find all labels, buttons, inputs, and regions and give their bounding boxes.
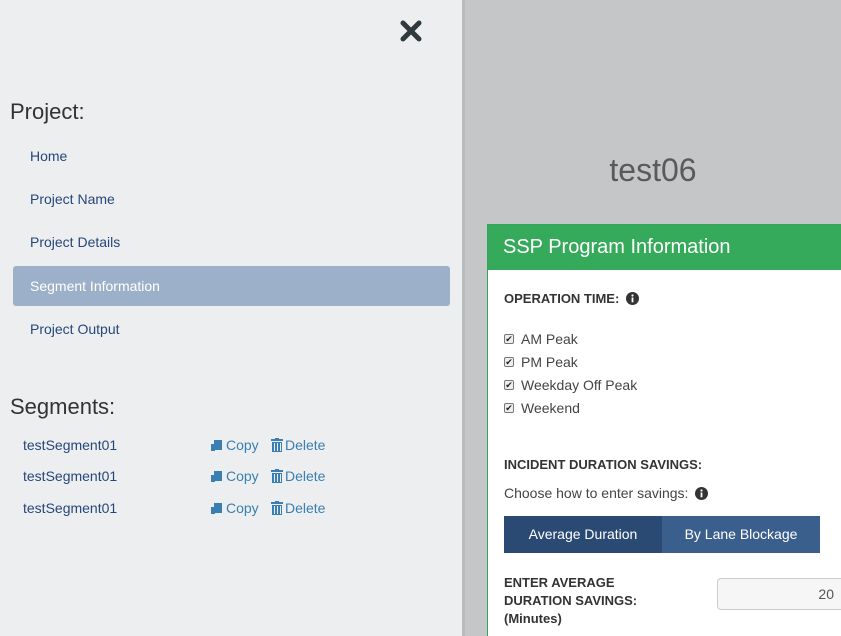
checkbox-label: Weekday Off Peak xyxy=(521,377,638,393)
checkbox-icon: ✔ xyxy=(504,379,514,390)
operation-time-text: OPERATION TIME: xyxy=(504,291,620,306)
copy-label: Copy xyxy=(226,500,259,516)
close-icon xyxy=(400,20,422,42)
enter-average-duration-label: ENTER AVERAGE DURATION SAVINGS: (Minutes… xyxy=(504,575,638,626)
delete-label: Delete xyxy=(285,468,326,484)
copy-button[interactable]: Copy xyxy=(210,437,259,453)
sidebar: Project: Home Project Name Project Detai… xyxy=(0,0,465,636)
segment-name[interactable]: testSegment01 xyxy=(23,468,117,484)
checkbox-label: Weekend xyxy=(521,400,580,416)
checkbox-label: AM Peak xyxy=(521,331,578,347)
nav-item-segment-information[interactable]: Segment Information xyxy=(13,266,450,306)
copy-button[interactable]: Copy xyxy=(210,468,259,484)
checkbox-pm-peak[interactable]: ✔ PM Peak xyxy=(504,352,578,372)
checkbox-icon: ✔ xyxy=(504,402,514,413)
copy-icon xyxy=(211,471,222,482)
nav-item-project-details[interactable]: Project Details xyxy=(13,222,450,262)
project-title: test06 xyxy=(609,152,697,188)
panel-title: SSP Program Information xyxy=(488,225,841,270)
nav-item-project-output[interactable]: Project Output xyxy=(13,309,450,349)
checkbox-icon: ✔ xyxy=(504,356,514,367)
info-icon[interactable] xyxy=(695,487,709,500)
choose-savings-text: Choose how to enter savings: xyxy=(504,485,709,501)
nav-item-project-name[interactable]: Project Name xyxy=(13,179,450,219)
trash-icon xyxy=(271,438,283,452)
checkbox-weekend[interactable]: ✔ Weekend xyxy=(504,398,580,418)
checkbox-am-peak[interactable]: ✔ AM Peak xyxy=(504,329,578,349)
checkbox-label: PM Peak xyxy=(521,354,578,370)
copy-icon xyxy=(211,440,222,451)
delete-button[interactable]: Delete xyxy=(271,437,325,453)
trash-icon xyxy=(271,469,283,483)
delete-label: Delete xyxy=(285,437,326,453)
checkbox-icon: ✔ xyxy=(504,333,514,344)
delete-button[interactable]: Delete xyxy=(271,500,325,516)
segment-row: testSegment01 Copy Delete xyxy=(23,500,423,522)
copy-icon xyxy=(211,503,222,514)
copy-label: Copy xyxy=(226,437,259,453)
close-button[interactable] xyxy=(396,16,426,46)
checkbox-weekday-off-peak[interactable]: ✔ Weekday Off Peak xyxy=(504,375,637,395)
operation-time-label: OPERATION TIME: xyxy=(504,291,639,306)
delete-button[interactable]: Delete xyxy=(271,468,325,484)
segment-name[interactable]: testSegment01 xyxy=(23,500,117,516)
trash-icon xyxy=(271,501,283,515)
info-icon[interactable] xyxy=(625,292,639,305)
by-lane-blockage-button[interactable]: By Lane Blockage xyxy=(662,516,820,553)
ssp-program-panel: SSP Program Information OPERATION TIME: … xyxy=(487,224,841,636)
segment-row: testSegment01 Copy Delete xyxy=(23,437,423,459)
savings-mode-toggle: Average Duration By Lane Blockage xyxy=(504,516,820,553)
segments-heading: Segments: xyxy=(10,394,116,419)
copy-label: Copy xyxy=(226,468,259,484)
copy-button[interactable]: Copy xyxy=(210,500,259,516)
nav-item-home[interactable]: Home xyxy=(13,136,450,176)
main-area: test06 SSP Program Information OPERATION… xyxy=(465,0,841,636)
project-heading: Project: xyxy=(10,99,85,124)
segment-name[interactable]: testSegment01 xyxy=(23,437,117,453)
average-duration-button[interactable]: Average Duration xyxy=(504,516,662,553)
duration-savings-input[interactable] xyxy=(717,578,841,610)
segment-row: testSegment01 Copy Delete xyxy=(23,468,423,490)
incident-duration-label: INCIDENT DURATION SAVINGS: xyxy=(504,457,703,472)
choose-savings-label: Choose how to enter savings: xyxy=(504,485,689,501)
delete-label: Delete xyxy=(285,500,326,516)
